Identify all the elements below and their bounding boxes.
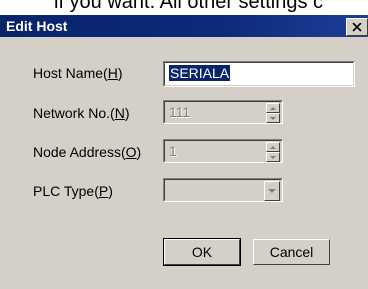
dialog-title: Edit Host	[6, 18, 68, 34]
network-no-down-button[interactable]	[266, 113, 280, 123]
network-no-spinner[interactable]	[266, 103, 280, 123]
network-no-label: Network No.(N)	[33, 105, 130, 121]
arrow-down-icon	[270, 156, 276, 159]
node-address-down-button[interactable]	[266, 152, 280, 162]
arrow-down-icon	[270, 117, 276, 120]
plc-type-select[interactable]	[163, 178, 283, 202]
node-address-value: 1	[169, 143, 177, 159]
network-no-up-button[interactable]	[266, 103, 280, 113]
node-address-up-button[interactable]	[266, 142, 280, 152]
title-bar[interactable]: Edit Host	[0, 15, 368, 37]
node-address-label: Node Address(O)	[33, 144, 142, 160]
chevron-down-icon	[268, 189, 276, 193]
host-name-label: Host Name(H)	[33, 65, 123, 81]
node-address-spinner[interactable]	[266, 142, 280, 162]
edit-host-dialog: Edit Host Host Name(H) SERIALA Network N…	[0, 14, 368, 289]
arrow-up-icon	[270, 107, 276, 110]
network-no-stepper[interactable]: 111	[163, 100, 283, 124]
cancel-button[interactable]: Cancel	[253, 239, 330, 265]
arrow-up-icon	[270, 146, 276, 149]
host-name-value: SERIALA	[169, 65, 231, 81]
plc-type-dropdown-button[interactable]	[264, 181, 280, 201]
host-name-input[interactable]: SERIALA	[163, 61, 355, 87]
close-icon	[352, 22, 362, 32]
network-no-value: 111	[169, 104, 191, 120]
plc-type-label: PLC Type(P)	[33, 183, 113, 199]
ok-button[interactable]: OK	[163, 238, 241, 266]
close-button[interactable]	[346, 18, 368, 36]
background-document-text: if you want. All other settings c	[54, 0, 324, 13]
node-address-stepper[interactable]: 1	[163, 139, 283, 163]
